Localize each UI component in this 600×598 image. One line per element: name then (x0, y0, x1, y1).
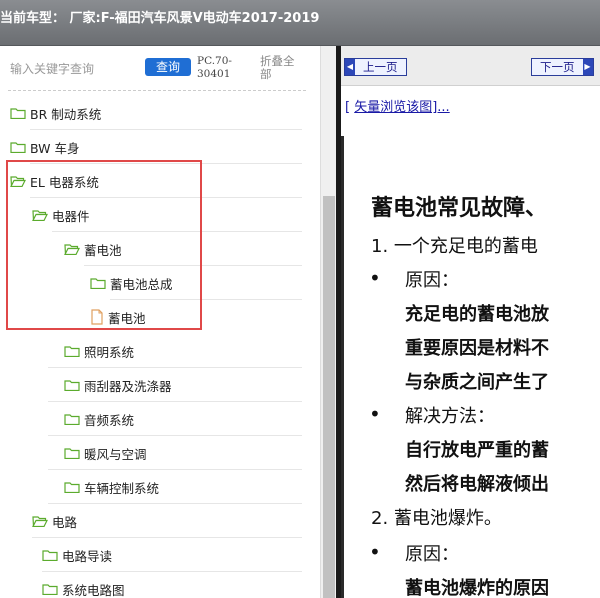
arrow-left-icon: ◀ (345, 59, 355, 75)
tree-item-audio[interactable]: 音频系统 (48, 402, 302, 436)
tree-item-lighting[interactable]: 照明系统 (48, 334, 302, 368)
tree-item-label: BW 车身 (30, 140, 80, 156)
folder-icon (42, 583, 58, 595)
tree-item-label: 音频系统 (84, 412, 135, 428)
arrow-right-icon: ▶ (582, 59, 593, 75)
collapse-all-button[interactable]: 折叠全部 (260, 55, 304, 81)
tree-item-vehicle-control[interactable]: 车辆控制系统 (48, 470, 302, 504)
tree-item-label: 电路导读 (62, 548, 113, 564)
folder-icon (64, 345, 80, 357)
doc-line: 1. 一个充足电的蓄电 (371, 236, 538, 257)
tree-item-bw-body[interactable]: BW 车身 (10, 130, 302, 164)
bullet-icon: • (369, 540, 381, 564)
highlight-annotation (6, 160, 202, 330)
folder-icon (10, 107, 26, 119)
tree-item-label: BR 制动系统 (30, 106, 102, 122)
catalog-panel: 查询 PC.70-30401 折叠全部 BR 制动系统 BW 车身 EL 电器系… (0, 46, 336, 598)
query-button[interactable]: 查询 (145, 58, 191, 76)
tree-item-label: 系统电路图 (62, 582, 125, 598)
doc-line: 解决方法： (405, 406, 495, 427)
tree-item-label: 照明系统 (84, 344, 135, 360)
title-bar: 当前车型： 厂家:F-福田汽车风景V电动车2017-2019 (0, 0, 600, 46)
viewer-toolbar: ◀ 上一页 下一页 ▶ (341, 46, 600, 86)
doc-line: 2. 蓄电池爆炸。 (371, 508, 502, 529)
bullet-icon: • (369, 402, 381, 426)
pc-code-label: PC.70-30401 (197, 55, 232, 80)
tree-item-br-brake[interactable]: BR 制动系统 (10, 96, 302, 130)
folder-icon (10, 141, 26, 153)
document-border (341, 136, 344, 598)
folder-icon (64, 481, 80, 493)
tree-item-system-circuit-diagram[interactable]: 系统电路图 (42, 572, 302, 598)
document-content: 蓄电池常见故障、 1. 一个充足电的蓄电 • 原因： 充足电的蓄电池放 重要原因… (341, 136, 600, 598)
doc-line: 与杂质之间产生了 (405, 372, 549, 393)
document-heading: 蓄电池常见故障、 (371, 196, 548, 221)
vector-view-link[interactable]: [ 矢量浏览该图]... (345, 96, 450, 115)
tree-item-label: 暖风与空调 (84, 446, 147, 462)
prev-page-button[interactable]: ◀ 上一页 (344, 58, 407, 76)
doc-line: 充足电的蓄电池放 (405, 304, 549, 325)
scroll-thumb[interactable] (323, 196, 335, 598)
tree-item-wipers[interactable]: 雨刮器及洗涤器 (48, 368, 302, 402)
search-input[interactable] (10, 59, 135, 79)
tree-item-circuits[interactable]: 电路 (32, 504, 302, 538)
folder-icon (64, 379, 80, 391)
folder-icon (64, 447, 80, 459)
bullet-icon: • (369, 266, 381, 290)
tree-item-label: 电路 (52, 514, 78, 530)
separator (8, 90, 306, 91)
doc-line: 自行放电严重的蓄 (405, 440, 549, 461)
folder-icon (42, 549, 58, 561)
doc-line: 原因： (405, 270, 459, 291)
next-page-button[interactable]: 下一页 ▶ (531, 58, 594, 76)
doc-line: 然后将电解液倾出 (405, 474, 549, 495)
tree-item-circuit-guide[interactable]: 电路导读 (42, 538, 302, 572)
search-bar: 查询 PC.70-30401 折叠全部 (0, 46, 320, 92)
folder-icon (64, 413, 80, 425)
folder-open-icon (32, 515, 48, 527)
document-viewer: ◀ 上一页 下一页 ▶ [ 矢量浏览该图]... 蓄电池常见故障、 1. 一个充… (341, 46, 600, 598)
window-title: 当前车型： 厂家:F-福田汽车风景V电动车2017-2019 (0, 11, 320, 26)
tree-item-label: 雨刮器及洗涤器 (84, 378, 172, 394)
doc-line: 原因： (405, 544, 459, 565)
doc-line: 蓄电池爆炸的原因 (405, 578, 549, 598)
tree-item-label: 车辆控制系统 (84, 480, 160, 496)
tree-scrollbar[interactable] (320, 46, 336, 598)
tree-item-hvac[interactable]: 暖风与空调 (48, 436, 302, 470)
doc-line: 重要原因是材料不 (405, 338, 549, 359)
